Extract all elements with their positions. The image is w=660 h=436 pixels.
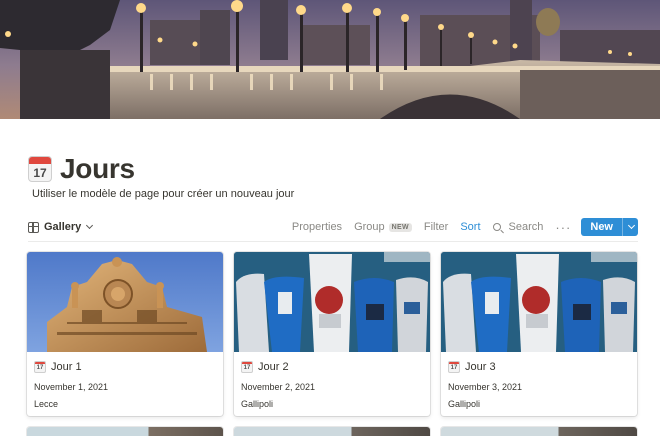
chevron-down-icon — [86, 221, 94, 230]
calendar-icon: 17 — [34, 361, 46, 373]
card-location: Lecce — [34, 399, 59, 409]
gallery-card-partial[interactable] — [27, 427, 223, 436]
search-button[interactable]: Search — [492, 221, 544, 233]
harbor-boats-image — [234, 252, 430, 352]
card-name: Jour 1 — [51, 361, 82, 373]
new-button-group: New — [581, 218, 638, 236]
new-dropdown-button[interactable] — [622, 218, 638, 236]
new-button[interactable]: New — [581, 218, 622, 236]
new-badge: NEW — [388, 222, 412, 232]
group-button[interactable]: Group NEW — [354, 221, 412, 233]
card-title: 17 Jour 1 — [34, 361, 82, 373]
view-label: Gallery — [44, 221, 82, 233]
calendar-icon: 17 — [241, 361, 253, 373]
gallery-card[interactable]: 17 Jour 1 November 1, 2021 Lecce — [27, 252, 223, 416]
card-location: Gallipoli — [241, 399, 274, 409]
chevron-down-icon — [627, 221, 635, 230]
database-toolbar: Gallery Properties Group NEW Filter Sort… — [28, 216, 638, 238]
gallery-card-partial[interactable] — [234, 427, 430, 436]
card-cover-image — [441, 252, 637, 352]
filter-button[interactable]: Filter — [424, 221, 448, 233]
card-name: Jour 3 — [465, 361, 496, 373]
card-date: November 2, 2021 — [241, 382, 316, 392]
card-cover-image — [27, 252, 223, 352]
card-title: 17 Jour 3 — [448, 361, 496, 373]
group-label: Group — [354, 221, 385, 233]
card-date: November 1, 2021 — [34, 382, 109, 392]
calendar-icon: 17 — [448, 361, 460, 373]
harbor-boats-image — [441, 252, 637, 352]
more-options-icon[interactable]: ··· — [555, 220, 571, 235]
gallery-grid-icon — [28, 221, 39, 233]
gallery-card-partial[interactable] — [441, 427, 637, 436]
toolbar-divider — [28, 241, 638, 242]
cover-image — [0, 0, 660, 119]
bridge-night-cover-image — [0, 0, 660, 119]
card-cover-image — [234, 252, 430, 352]
card-title: 17 Jour 2 — [241, 361, 289, 373]
gallery-card[interactable]: 17 Jour 2 November 2, 2021 Gallipoli — [234, 252, 430, 416]
search-label: Search — [508, 221, 544, 233]
properties-button[interactable]: Properties — [292, 221, 342, 233]
page-header: 17 Jours — [28, 152, 135, 186]
card-date: November 3, 2021 — [448, 382, 523, 392]
sort-button[interactable]: Sort — [460, 221, 480, 233]
calendar-icon[interactable]: 17 — [28, 156, 52, 182]
search-icon — [492, 223, 501, 231]
page-description[interactable]: Utiliser le modèle de page pour créer un… — [32, 188, 294, 200]
page-title[interactable]: Jours — [60, 153, 135, 185]
card-name: Jour 2 — [258, 361, 289, 373]
card-location: Gallipoli — [448, 399, 481, 409]
gallery-card[interactable]: 17 Jour 3 November 3, 2021 Gallipoli — [441, 252, 637, 416]
view-switcher-button[interactable]: Gallery — [28, 221, 94, 233]
baroque-facade-image — [27, 252, 223, 352]
